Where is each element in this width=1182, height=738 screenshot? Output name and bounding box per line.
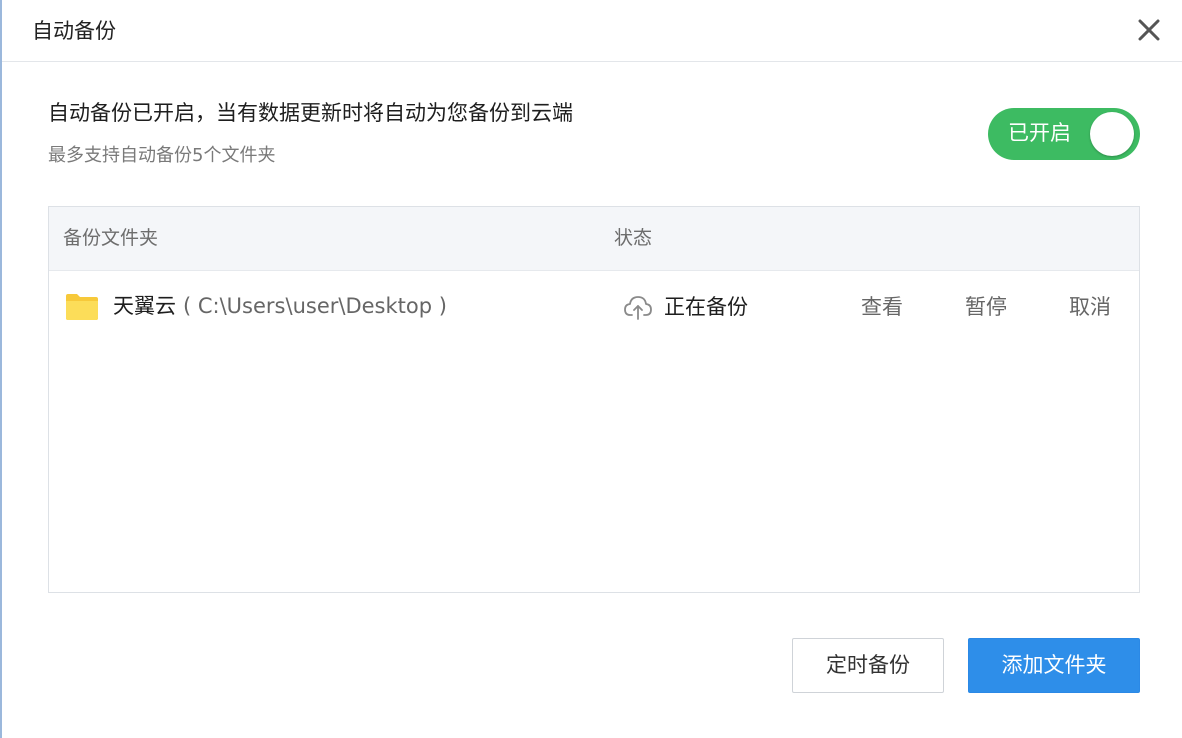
auto-backup-dialog: 自动备份 自动备份已开启，当有数据更新时将自动为您备份到云端 最多支持自动备份5… — [0, 0, 1182, 738]
close-icon[interactable] — [1135, 16, 1163, 44]
pause-action[interactable]: 暂停 — [965, 292, 1007, 322]
backup-folder-table: 备份文件夹 状态 天翼云 ( C:\Users\user\Desktop ) 正… — [48, 206, 1140, 593]
table-row: 天翼云 ( C:\Users\user\Desktop ) 正在备份 查看 暂停… — [49, 271, 1139, 341]
backup-limit-note: 最多支持自动备份5个文件夹 — [48, 145, 276, 166]
folder-name: 天翼云 — [113, 294, 176, 318]
backup-status-message: 自动备份已开启，当有数据更新时将自动为您备份到云端 — [48, 101, 573, 125]
dialog-title: 自动备份 — [32, 19, 116, 43]
cloud-upload-icon — [623, 293, 653, 321]
column-header-folder: 备份文件夹 — [63, 227, 159, 249]
toggle-knob — [1090, 112, 1134, 156]
table-header: 备份文件夹 状态 — [49, 207, 1139, 271]
add-folder-button[interactable]: 添加文件夹 — [968, 638, 1140, 693]
column-header-status: 状态 — [614, 227, 653, 249]
scheduled-backup-button[interactable]: 定时备份 — [792, 638, 944, 693]
cancel-action[interactable]: 取消 — [1069, 292, 1111, 322]
folder-icon — [65, 291, 99, 321]
view-action[interactable]: 查看 — [861, 292, 903, 322]
dialog-titlebar: 自动备份 — [2, 0, 1182, 62]
folder-path: ( C:\Users\user\Desktop ) — [183, 294, 447, 318]
toggle-label: 已开启 — [1008, 121, 1071, 145]
backup-status-text: 正在备份 — [664, 295, 748, 319]
auto-backup-toggle[interactable]: 已开启 — [988, 108, 1140, 160]
